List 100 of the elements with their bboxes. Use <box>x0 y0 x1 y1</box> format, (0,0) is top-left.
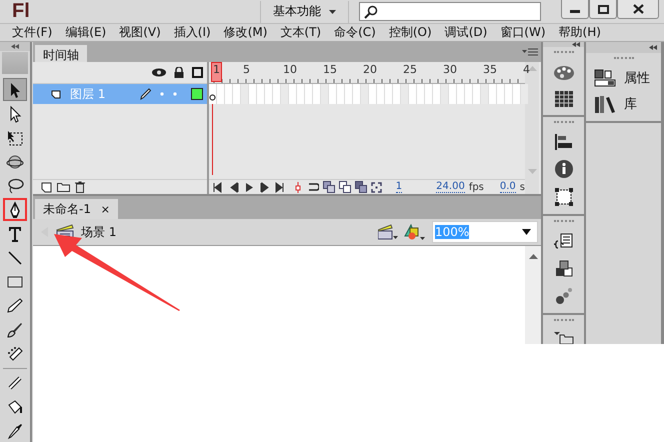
menu-item[interactable]: 文件(F) <box>6 24 58 41</box>
collapse-bar[interactable] <box>586 42 661 53</box>
folder-icon[interactable] <box>554 332 574 344</box>
close-icon <box>632 4 644 14</box>
search-field[interactable] <box>359 2 541 21</box>
menu-item[interactable]: 编辑(E) <box>59 24 112 41</box>
document-tab[interactable]: 未命名-1 × <box>35 199 118 219</box>
frame-cell[interactable] <box>481 84 489 104</box>
pen-tool-button[interactable] <box>3 198 27 221</box>
scroll-up-icon[interactable] <box>528 66 536 71</box>
frame-cell[interactable] <box>361 84 369 104</box>
panel-menu-icon[interactable] <box>522 48 538 57</box>
frame-number: 4 <box>523 63 530 76</box>
collapse-icon <box>11 44 19 49</box>
transform-icon <box>6 128 24 146</box>
dot-icon[interactable] <box>160 92 164 96</box>
outline-icon[interactable] <box>192 67 203 78</box>
frame-cell[interactable] <box>241 84 249 104</box>
menu-item[interactable]: 控制(O) <box>382 24 438 41</box>
frame-number: 25 <box>403 63 417 76</box>
frame-number: 10 <box>283 63 297 76</box>
scrollbar[interactable] <box>525 246 541 344</box>
trash-icon[interactable] <box>75 181 85 193</box>
timeline-tab[interactable]: 时间轴 <box>35 45 87 62</box>
pencil-icon <box>139 88 151 100</box>
frame-number: 1 <box>211 62 222 82</box>
zoom-value: 100% <box>435 225 470 239</box>
menu-item[interactable]: 帮助(H) <box>552 24 607 41</box>
menu-item[interactable]: 视图(V) <box>113 24 167 41</box>
app-logo: Fl <box>12 0 31 23</box>
close-button[interactable] <box>617 0 659 19</box>
menu-item[interactable]: 插入(I) <box>168 24 217 41</box>
frame-rate[interactable]: 24.00 <box>436 181 465 193</box>
onion-markers-icon[interactable] <box>370 182 382 192</box>
properties-icon <box>594 69 616 87</box>
menu-item[interactable]: 调试(D) <box>438 24 494 41</box>
caret-icon <box>329 10 336 14</box>
onion-outline-icon[interactable] <box>338 181 351 193</box>
dots-icon[interactable] <box>554 287 572 305</box>
toolbar-grip[interactable] <box>2 52 28 74</box>
sphere-icon <box>6 152 24 170</box>
frame-number: 35 <box>483 63 497 76</box>
close-tab-button[interactable]: × <box>100 203 110 216</box>
properties-panel-button[interactable]: 属性 <box>594 69 661 87</box>
frame-number: 30 <box>443 63 457 76</box>
frame-cell[interactable] <box>281 84 289 104</box>
time-unit: s <box>520 182 526 192</box>
dot-icon[interactable] <box>173 92 177 96</box>
workspace-dropdown[interactable]: 基本功能 <box>269 3 340 20</box>
keyframe-icon[interactable] <box>209 94 216 101</box>
library-panel-button[interactable]: 库 <box>594 95 661 113</box>
frame-cell[interactable] <box>401 84 409 104</box>
collapse-icon <box>649 45 657 50</box>
current-frame[interactable]: 1 <box>396 181 402 193</box>
caret-icon <box>522 229 531 235</box>
transform-icon[interactable] <box>554 188 572 206</box>
spray-icon <box>6 344 24 362</box>
frame-number: 20 <box>363 63 377 76</box>
loop-icon[interactable] <box>306 183 319 191</box>
collapse-bar[interactable] <box>0 42 30 51</box>
frame-cell[interactable] <box>321 84 329 104</box>
menu-item[interactable]: 文本(T) <box>274 24 328 41</box>
selection-tool-button[interactable] <box>3 78 27 101</box>
palette-icon[interactable] <box>552 64 574 82</box>
books-icon <box>594 95 616 113</box>
frame-number: 5 <box>243 63 250 76</box>
maximize-button[interactable] <box>589 0 617 19</box>
text-icon <box>6 224 24 242</box>
eyedropper-icon <box>6 422 24 440</box>
edit-frames-icon[interactable] <box>354 181 367 193</box>
minimize-button[interactable] <box>561 0 589 19</box>
line-icon <box>6 248 24 266</box>
shapes-icon[interactable] <box>404 223 426 241</box>
frame-cell[interactable] <box>521 84 529 104</box>
cubes-icon[interactable] <box>554 260 574 278</box>
layer-icon <box>51 89 61 99</box>
collapse-bar[interactable] <box>543 42 584 47</box>
eye-icon[interactable] <box>152 68 166 77</box>
outline-color-swatch[interactable] <box>191 88 203 100</box>
frame-cell[interactable] <box>209 84 217 104</box>
onion-skin-icon[interactable] <box>322 181 335 193</box>
maximize-icon <box>598 4 608 14</box>
info-icon[interactable] <box>554 159 574 179</box>
align-icon[interactable] <box>554 134 572 150</box>
scrollbar[interactable] <box>525 62 539 194</box>
menu-item[interactable]: 修改(M) <box>218 24 274 41</box>
swatches-icon[interactable] <box>554 91 572 107</box>
frame-rate-unit: fps <box>468 182 484 192</box>
elapsed-time[interactable]: 0.0 <box>500 181 516 193</box>
scroll-up-icon[interactable] <box>528 254 538 259</box>
folder-icon[interactable] <box>57 182 70 192</box>
frame-cell[interactable] <box>441 84 449 104</box>
new-layer-icon[interactable] <box>41 182 52 192</box>
code-snippet-icon[interactable] <box>554 233 574 251</box>
edit-scene-icon[interactable] <box>378 224 398 240</box>
pencil-icon <box>6 296 24 314</box>
menu-item[interactable]: 窗口(W) <box>494 24 552 41</box>
menu-item[interactable]: 命令(C) <box>328 24 382 41</box>
lock-icon[interactable] <box>174 67 184 78</box>
center-frame-icon[interactable] <box>292 182 303 192</box>
